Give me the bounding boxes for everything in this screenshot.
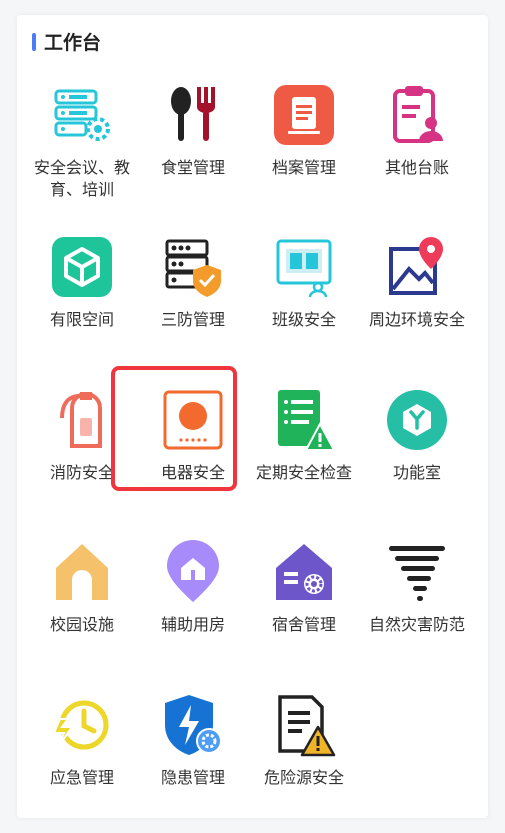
tile-emergency-mgmt[interactable]: 应急管理 — [27, 693, 137, 823]
meeting-server-gear-icon — [50, 83, 114, 147]
tile-label: 自然灾害防范 — [368, 615, 465, 634]
tile-label: 档案管理 — [271, 158, 336, 177]
map-pin-icon — [385, 235, 449, 299]
tile-other-ledger[interactable]: 其他台账 — [362, 83, 472, 213]
tile-periodic-check[interactable]: 定期安全检查 — [249, 388, 359, 518]
tile-campus-facilities[interactable]: 校园设施 — [27, 540, 137, 670]
feature-grid: 安全会议、教育、培训 食堂管理 档案管理 其他台账 有限空间 三防管理 班级安全… — [17, 15, 488, 818]
tile-label: 有限空间 — [49, 310, 114, 329]
hexagon-y-icon — [385, 388, 449, 452]
tile-label: 三防管理 — [160, 310, 225, 329]
tile-label: 其他台账 — [384, 158, 449, 177]
tile-label: 周边环境安全 — [368, 310, 465, 329]
shield-lightning-gear-icon — [161, 693, 225, 757]
tile-surrounding-env[interactable]: 周边环境安全 — [362, 235, 472, 365]
clipboard-user-icon — [385, 83, 449, 147]
dorm-house-gear-icon — [272, 540, 336, 604]
tile-dormitory[interactable]: 宿舍管理 — [249, 540, 359, 670]
book-people-icon — [272, 235, 336, 299]
tile-canteen[interactable]: 食堂管理 — [138, 83, 248, 213]
clock-lightning-icon — [50, 693, 114, 757]
tile-label: 隐患管理 — [160, 768, 225, 787]
tornado-icon — [385, 540, 449, 604]
selection-highlight — [111, 366, 237, 491]
tile-label: 辅助用房 — [160, 615, 225, 634]
tile-hazard-source[interactable]: 危险源安全 — [249, 693, 359, 823]
tile-three-defense[interactable]: 三防管理 — [138, 235, 248, 365]
server-shield-icon — [161, 235, 225, 299]
tile-safety-meeting[interactable]: 安全会议、教育、培训 — [27, 83, 137, 213]
tile-label: 功能室 — [392, 463, 441, 482]
tile-label: 宿舍管理 — [271, 615, 336, 634]
tile-function-room[interactable]: 功能室 — [362, 388, 472, 518]
spoon-fork-icon — [161, 83, 225, 147]
tile-label: 安全会议、教育、培训 — [33, 158, 130, 199]
fire-extinguisher-icon — [50, 388, 114, 452]
tile-confined-space[interactable]: 有限空间 — [27, 235, 137, 365]
tile-label: 危险源安全 — [263, 768, 344, 787]
house-location-icon — [161, 540, 225, 604]
tile-archive[interactable]: 档案管理 — [249, 83, 359, 213]
tile-natural-disaster[interactable]: 自然灾害防范 — [362, 540, 472, 670]
tile-label: 定期安全检查 — [255, 463, 352, 482]
tile-label: 班级安全 — [271, 310, 336, 329]
tile-auxiliary-rooms[interactable]: 辅助用房 — [138, 540, 248, 670]
cube-box-icon — [50, 235, 114, 299]
workbench-card: 工作台 安全会议、教育、培训 食堂管理 档案管理 其他台账 有限空间 三防管理 … — [17, 15, 488, 818]
document-file-icon — [272, 83, 336, 147]
school-building-icon — [50, 540, 114, 604]
document-warning-icon — [272, 693, 336, 757]
tile-label: 应急管理 — [49, 768, 114, 787]
checklist-warning-icon — [272, 388, 336, 452]
tile-class-safety[interactable]: 班级安全 — [249, 235, 359, 365]
tile-label: 食堂管理 — [160, 158, 225, 177]
tile-label: 校园设施 — [49, 615, 114, 634]
tile-hazard-mgmt[interactable]: 隐患管理 — [138, 693, 248, 823]
